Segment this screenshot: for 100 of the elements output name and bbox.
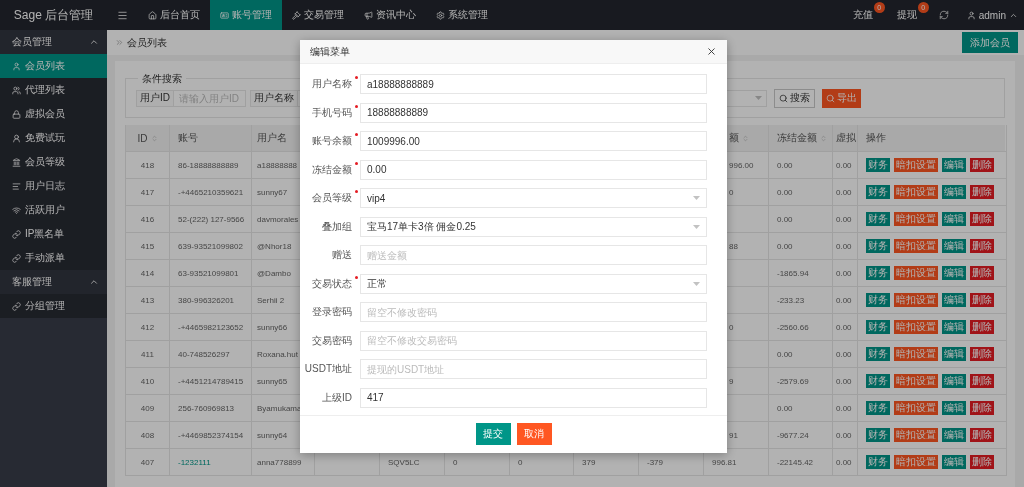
action-button[interactable]: 财务 bbox=[866, 293, 890, 307]
action-button[interactable]: 删除 bbox=[970, 158, 994, 172]
account-link[interactable]: -1232111 bbox=[178, 457, 211, 467]
action-button[interactable]: 编辑 bbox=[942, 212, 966, 226]
action-button[interactable]: 编辑 bbox=[942, 401, 966, 415]
chevron-up-icon bbox=[89, 277, 99, 287]
action-button[interactable]: 暗扣设置 bbox=[894, 455, 938, 469]
action-button[interactable]: 暗扣设置 bbox=[894, 212, 938, 226]
action-button[interactable]: 编辑 bbox=[942, 428, 966, 442]
export-button[interactable]: 导出 bbox=[822, 88, 861, 108]
action-button[interactable]: 财务 bbox=[866, 428, 890, 442]
action-button[interactable]: 财务 bbox=[866, 347, 890, 361]
sidebar-item[interactable]: 手动派单 bbox=[0, 246, 107, 270]
select-field[interactable]: vip4 bbox=[360, 188, 707, 208]
id-card-icon bbox=[220, 10, 229, 20]
action-button[interactable]: 编辑 bbox=[942, 266, 966, 280]
nav-tab[interactable]: 资讯中心 bbox=[354, 0, 426, 30]
nav-tab[interactable]: 账号管理 bbox=[210, 0, 282, 30]
sidebar-item[interactable]: 会员列表 bbox=[0, 54, 107, 78]
nav-tab[interactable]: 交易管理 bbox=[282, 0, 354, 30]
sidebar-item[interactable]: 代理列表 bbox=[0, 78, 107, 102]
sidebar-item[interactable]: 活跃用户 bbox=[0, 198, 107, 222]
input-field[interactable]: a18888888889 bbox=[360, 74, 707, 94]
input-field[interactable]: 留空不修改交易密码 bbox=[360, 330, 707, 351]
sidebar-item[interactable]: 用户日志 bbox=[0, 174, 107, 198]
action-button[interactable]: 编辑 bbox=[942, 347, 966, 361]
action-button[interactable]: 删除 bbox=[970, 266, 994, 280]
input-field[interactable]: 1009996.00 bbox=[360, 131, 707, 151]
action-button[interactable]: 删除 bbox=[970, 320, 994, 334]
action-button[interactable]: 删除 bbox=[970, 239, 994, 253]
action-button[interactable]: 删除 bbox=[970, 185, 994, 199]
action-button[interactable]: 财务 bbox=[866, 320, 890, 334]
fieldset-legend: 条件搜索 bbox=[138, 72, 186, 86]
action-button[interactable]: 财务 bbox=[866, 266, 890, 280]
sidebar-item[interactable]: 会员等级 bbox=[0, 150, 107, 174]
action-button[interactable]: 编辑 bbox=[942, 293, 966, 307]
action-button[interactable]: 暗扣设置 bbox=[894, 374, 938, 388]
input-field[interactable]: 417 bbox=[360, 387, 707, 408]
cancel-button[interactable]: 取消 bbox=[516, 422, 552, 445]
add-member-button[interactable]: 添加会员 bbox=[962, 32, 1018, 53]
account-text: -+4451214789415 bbox=[178, 376, 244, 386]
sidebar-item[interactable]: IP黑名单 bbox=[0, 222, 107, 246]
link-icon bbox=[12, 253, 21, 263]
column-header: 用户名 bbox=[257, 131, 287, 145]
sidebar-item[interactable]: 免费试玩 bbox=[0, 126, 107, 150]
action-button[interactable]: 编辑 bbox=[942, 185, 966, 199]
action-button[interactable]: 财务 bbox=[866, 185, 890, 199]
action-button[interactable]: 暗扣设置 bbox=[894, 293, 938, 307]
field-label: 赠送 bbox=[331, 248, 352, 262]
action-button[interactable]: 暗扣设置 bbox=[894, 158, 938, 172]
account-text: 40-748526297 bbox=[178, 349, 230, 359]
action-button[interactable]: 暗扣设置 bbox=[894, 266, 938, 280]
caret-icon bbox=[755, 96, 762, 100]
action-button[interactable]: 财务 bbox=[866, 158, 890, 172]
input-field[interactable]: 0.00 bbox=[360, 159, 707, 180]
select-field[interactable]: 正常 bbox=[360, 273, 707, 294]
input-field[interactable]: 18888888889 bbox=[360, 102, 707, 123]
wifi-icon bbox=[12, 205, 21, 215]
sidebar-item[interactable]: 虚拟会员 bbox=[0, 102, 107, 126]
action-button[interactable]: 暗扣设置 bbox=[894, 401, 938, 415]
action-button[interactable]: 财务 bbox=[866, 374, 890, 388]
action-button[interactable]: 暗扣设置 bbox=[894, 320, 938, 334]
action-button[interactable]: 编辑 bbox=[942, 158, 966, 172]
action-button[interactable]: 财务 bbox=[866, 239, 890, 253]
action-button[interactable]: 暗扣设置 bbox=[894, 185, 938, 199]
action-button[interactable]: 删除 bbox=[970, 428, 994, 442]
input-field[interactable]: 留空不修改密码 bbox=[360, 302, 707, 322]
action-button[interactable]: 删除 bbox=[970, 401, 994, 415]
action-button[interactable]: 编辑 bbox=[942, 239, 966, 253]
action-button[interactable]: 删除 bbox=[970, 212, 994, 226]
close-icon[interactable] bbox=[706, 46, 717, 57]
action-button[interactable]: 暗扣设置 bbox=[894, 428, 938, 442]
sidebar-item[interactable]: 分组管理 bbox=[0, 294, 107, 318]
action-button[interactable]: 暗扣设置 bbox=[894, 239, 938, 253]
table-cell: -22145.42 bbox=[769, 449, 833, 476]
list-icon bbox=[12, 181, 21, 191]
submit-button[interactable]: 提交 bbox=[475, 422, 511, 445]
action-button[interactable]: 删除 bbox=[970, 374, 994, 388]
link-icon bbox=[12, 301, 21, 311]
table-cell: 0.00 bbox=[833, 449, 858, 476]
search-button[interactable]: 搜索 bbox=[774, 88, 815, 108]
field-label: 用户名称 bbox=[250, 89, 298, 107]
sidebar-group[interactable]: 会员管理 bbox=[0, 30, 107, 54]
user-icon bbox=[12, 61, 21, 71]
select-field[interactable]: 宝马17单卡3倍 佣金0.25 bbox=[360, 216, 707, 237]
action-button[interactable]: 编辑 bbox=[942, 455, 966, 469]
column-header: 虚拟 bbox=[836, 131, 856, 145]
action-button[interactable]: 暗扣设置 bbox=[894, 347, 938, 361]
action-button[interactable]: 财务 bbox=[866, 401, 890, 415]
action-button[interactable]: 删除 bbox=[970, 455, 994, 469]
action-button[interactable]: 删除 bbox=[970, 293, 994, 307]
action-button[interactable]: 删除 bbox=[970, 347, 994, 361]
nav-tab[interactable]: 系统管理 bbox=[426, 0, 498, 30]
action-button[interactable]: 财务 bbox=[866, 455, 890, 469]
user-menu[interactable]: admin bbox=[958, 0, 1024, 30]
nav-tab[interactable]: 后台首页 bbox=[138, 0, 210, 30]
action-button[interactable]: 编辑 bbox=[942, 320, 966, 334]
action-button[interactable]: 财务 bbox=[866, 212, 890, 226]
action-button[interactable]: 编辑 bbox=[942, 374, 966, 388]
sidebar-group[interactable]: 客服管理 bbox=[0, 270, 107, 294]
